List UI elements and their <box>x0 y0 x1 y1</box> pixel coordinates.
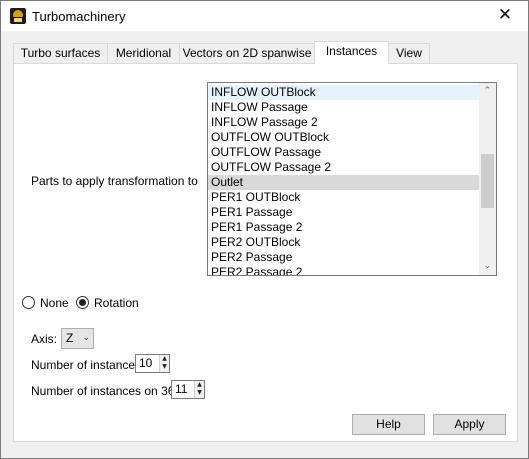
tab-vectors-2d-spanwise[interactable]: Vectors on 2D spanwise <box>179 43 315 64</box>
list-item[interactable]: PER1 Passage 2 <box>208 220 480 235</box>
help-button[interactable]: Help <box>352 414 425 435</box>
instances-360-spinbox[interactable]: 11 ▲ ▼ <box>171 380 205 399</box>
window-title: Turbomachinery <box>32 9 126 24</box>
instances-360-value: 11 <box>175 382 188 396</box>
list-item[interactable]: PER2 Passage 2 <box>208 265 480 275</box>
radio-rotation-label: Rotation <box>94 296 139 310</box>
axis-select[interactable]: Z ⌄ <box>61 328 94 349</box>
list-scrollbar[interactable]: ⌃ ⌄ <box>479 83 496 275</box>
instances-spin-buttons: ▲ ▼ <box>159 355 169 372</box>
scroll-thumb[interactable] <box>481 154 494 208</box>
app-icon <box>10 8 26 24</box>
radio-none-label: None <box>40 296 69 310</box>
tab-turbo-surfaces[interactable]: Turbo surfaces <box>13 43 108 64</box>
instances-spinbox[interactable]: 10 ▲ ▼ <box>135 354 170 373</box>
axis-label: Axis: <box>31 332 58 346</box>
tab-instances[interactable]: Instances <box>314 41 389 64</box>
close-icon[interactable]: ✕ <box>482 1 528 31</box>
list-item[interactable]: OUTFLOW Passage 2 <box>208 160 480 175</box>
list-item[interactable]: OUTFLOW OUTBlock <box>208 130 480 145</box>
list-item[interactable]: PER1 OUTBlock <box>208 190 480 205</box>
list-item[interactable]: INFLOW OUTBlock <box>208 85 480 100</box>
radio-none-circle[interactable] <box>22 296 35 309</box>
list-item[interactable]: OUTFLOW Passage <box>208 145 480 160</box>
spin-down-icon[interactable]: ▼ <box>160 363 169 371</box>
apply-button[interactable]: Apply <box>433 414 506 435</box>
list-item[interactable]: PER1 Passage <box>208 205 480 220</box>
chevron-down-icon: ⌄ <box>82 333 90 343</box>
instances-value: 10 <box>139 356 153 370</box>
title-bar: Turbomachinery ✕ <box>1 1 528 31</box>
instances-360-spin-buttons: ▲ ▼ <box>194 381 204 398</box>
scroll-down-icon[interactable]: ⌄ <box>479 258 496 275</box>
spin-up-icon[interactable]: ▲ <box>160 355 169 363</box>
parts-label: Parts to apply transformation to <box>31 174 198 188</box>
tab-meridional[interactable]: Meridional <box>107 43 180 64</box>
instances-panel: Parts to apply transformation to INFLOW … <box>13 63 518 442</box>
list-item[interactable]: PER2 Passage <box>208 250 480 265</box>
list-item[interactable]: INFLOW Passage 2 <box>208 115 480 130</box>
spin-up-icon[interactable]: ▲ <box>195 381 204 389</box>
instances-label: Number of instances <box>31 358 142 372</box>
radio-rotation-circle[interactable] <box>76 296 89 309</box>
tab-view[interactable]: View <box>388 43 430 64</box>
list-item[interactable]: INFLOW Passage <box>208 100 480 115</box>
list-item-selected[interactable]: Outlet <box>208 175 480 190</box>
scroll-up-icon[interactable]: ⌃ <box>479 83 496 100</box>
instances-360-label: Number of instances on 360 <box>31 384 182 398</box>
list-item[interactable]: PER2 OUTBlock <box>208 235 480 250</box>
spin-down-icon[interactable]: ▼ <box>195 389 204 397</box>
turbomachinery-dialog: Turbomachinery ✕ Turbo surfaces Meridion… <box>0 0 529 459</box>
axis-value: Z <box>66 331 74 345</box>
parts-listbox[interactable]: INFLOW OUTBlock INFLOW Passage INFLOW Pa… <box>207 82 497 276</box>
